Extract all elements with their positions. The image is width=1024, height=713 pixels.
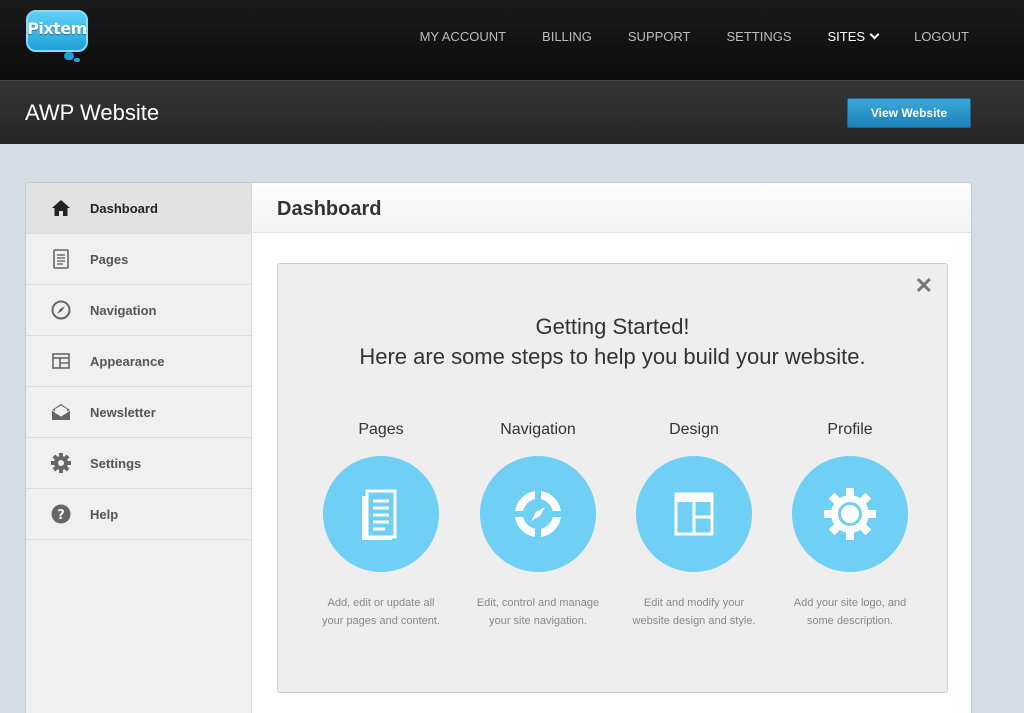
help-icon: ? [50, 503, 72, 525]
logo-text: Pixtem [27, 19, 87, 38]
main-nav: MY ACCOUNT BILLING SUPPORT SETTINGS SITE… [384, 29, 969, 44]
gear-icon [50, 452, 72, 474]
step-profile: Profile Add your site logo, and some des… [772, 421, 928, 630]
sidebar-item-label: Help [90, 506, 119, 522]
sidebar-item-label: Navigation [90, 302, 157, 318]
nav-my-account[interactable]: MY ACCOUNT [420, 29, 506, 44]
step-navigation: Navigation Edit, control and manage your… [460, 421, 616, 630]
step-description: Edit, control and manage your site navig… [460, 594, 616, 630]
compass-icon [50, 299, 72, 321]
sidebar-item-pages[interactable]: Pages [26, 234, 251, 285]
sidebar-item-label: Settings [90, 455, 142, 471]
step-description-line: website design and style. [632, 615, 756, 627]
design-step-button[interactable] [636, 456, 752, 572]
nav-support[interactable]: SUPPORT [628, 29, 691, 44]
sidebar-item-label: Dashboard [90, 200, 158, 216]
step-description-line: Add, edit or update all [327, 597, 435, 609]
page-title: Dashboard [277, 198, 382, 220]
step-title: Design [669, 421, 719, 438]
sidebar-item-label: Appearance [90, 353, 165, 369]
sidebar-item-label: Pages [90, 251, 129, 267]
step-description: Add, edit or update all your pages and c… [303, 594, 459, 630]
step-title: Pages [358, 421, 404, 438]
close-icon[interactable]: ✕ [915, 274, 933, 298]
compass-icon [514, 490, 562, 538]
top-navbar: Pixtem MY ACCOUNT BILLING SUPPORT SETTIN… [0, 0, 1024, 80]
step-title: Navigation [500, 421, 576, 438]
site-title: AWP Website [25, 100, 160, 125]
sidebar-item-help[interactable]: ? Help [26, 489, 251, 540]
sidebar-item-navigation[interactable]: Navigation [26, 285, 251, 336]
sidebar: Dashboard Pages Navigation Appearance Ne… [26, 183, 252, 713]
sidebar-item-settings[interactable]: Settings [26, 438, 251, 489]
gear-icon [824, 488, 876, 540]
sidebar-item-dashboard[interactable]: Dashboard [26, 183, 251, 234]
home-icon [50, 197, 72, 219]
step-title: Profile [827, 421, 873, 438]
step-description-line: your site navigation. [489, 615, 587, 627]
content-area: Dashboard ✕ Getting Started! Here are so… [253, 183, 971, 713]
chevron-down-icon [869, 29, 880, 40]
getting-started-subheading: Here are some steps to help you build yo… [359, 344, 866, 369]
sidebar-item-appearance[interactable]: Appearance [26, 336, 251, 387]
step-description-line: Edit and modify your [643, 597, 745, 609]
step-description: Add your site logo, and some description… [772, 594, 928, 630]
envelope-icon [50, 401, 72, 423]
sidebar-item-label: Newsletter [90, 404, 156, 420]
getting-started-panel: ✕ Getting Started! Here are some steps t… [277, 263, 948, 693]
profile-step-button[interactable] [792, 456, 908, 572]
step-description-line: your pages and content. [321, 615, 441, 627]
step-description-line: some description. [806, 615, 894, 627]
nav-billing[interactable]: BILLING [542, 29, 592, 44]
nav-logout[interactable]: LOGOUT [914, 29, 969, 44]
view-website-button[interactable]: View Website [847, 98, 971, 128]
document-icon [362, 489, 397, 540]
layout-icon [50, 350, 72, 372]
pages-step-button[interactable] [323, 456, 439, 572]
main-panel: Dashboard Pages Navigation Appearance Ne… [25, 182, 972, 713]
step-description-line: Edit, control and manage [476, 597, 600, 609]
layout-icon [674, 492, 714, 536]
step-description: Edit and modify your website design and … [616, 594, 772, 630]
nav-sites-label: SITES [827, 29, 866, 44]
step-design: Design Edit and modify your website desi… [616, 421, 772, 630]
navigation-step-button[interactable] [480, 456, 596, 572]
step-description-line: Add your site logo, and [793, 597, 907, 609]
sidebar-item-newsletter[interactable]: Newsletter [26, 387, 251, 438]
pixtem-logo[interactable]: Pixtem [26, 10, 88, 62]
content-header: Dashboard [253, 183, 971, 233]
step-pages: Pages Add, edit or update all your pages… [303, 421, 459, 630]
nav-sites[interactable]: SITES [827, 29, 880, 44]
nav-settings[interactable]: SETTINGS [727, 29, 792, 44]
svg-text:?: ? [57, 508, 65, 523]
page-icon [50, 248, 72, 270]
site-header: AWP Website View Website [0, 80, 1024, 144]
getting-started-heading: Getting Started! [535, 314, 690, 339]
